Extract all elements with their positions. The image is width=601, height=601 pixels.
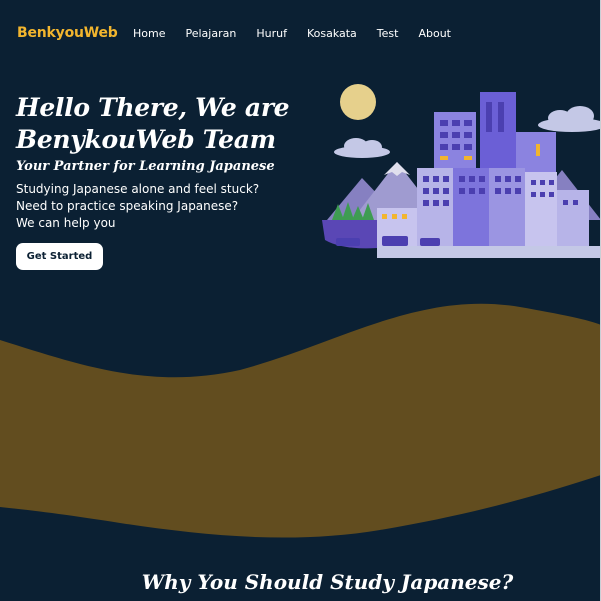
hero-title-line2: BenykouWeb Team [16,125,276,154]
hero-title-line1: Hello There, We are [16,93,290,122]
street [377,246,601,258]
cloud-icon [334,138,390,158]
get-started-button[interactable]: Get Started [16,243,103,270]
section-title-why: Why You Should Study Japanese? [141,570,514,594]
brand-logo[interactable]: BenkyouWeb [17,25,118,41]
nav-link-home[interactable]: Home [133,27,165,40]
hero-description: Studying Japanese alone and feel stuck? … [16,181,316,232]
wave-divider [0,303,601,538]
hero-title: Hello There, We are BenykouWeb Team [16,92,316,156]
city-skyline-illustration [322,84,601,258]
hero-line-1: Studying Japanese alone and feel stuck? [16,182,260,196]
nav-link-test[interactable]: Test [377,27,399,40]
hero-text: Hello There, We are BenykouWeb Team Your… [16,92,316,232]
hero-line-2: Need to practice speaking Japanese? [16,199,239,213]
moon-icon [340,84,376,120]
nav-link-kosakata[interactable]: Kosakata [307,27,357,40]
nav-link-huruf[interactable]: Huruf [256,27,287,40]
navbar: BenkyouWeb Home Pelajaran Huruf Kosakata… [0,0,601,68]
hero-line-3: We can help you [16,216,116,230]
page: BenkyouWeb Home Pelajaran Huruf Kosakata… [0,0,601,601]
cloud-icon [538,106,601,132]
nav-link-about[interactable]: About [418,27,451,40]
nav-links: Home Pelajaran Huruf Kosakata Test About [133,27,451,40]
nav-link-pelajaran[interactable]: Pelajaran [185,27,236,40]
hero-subtitle: Your Partner for Learning Japanese [16,159,275,174]
